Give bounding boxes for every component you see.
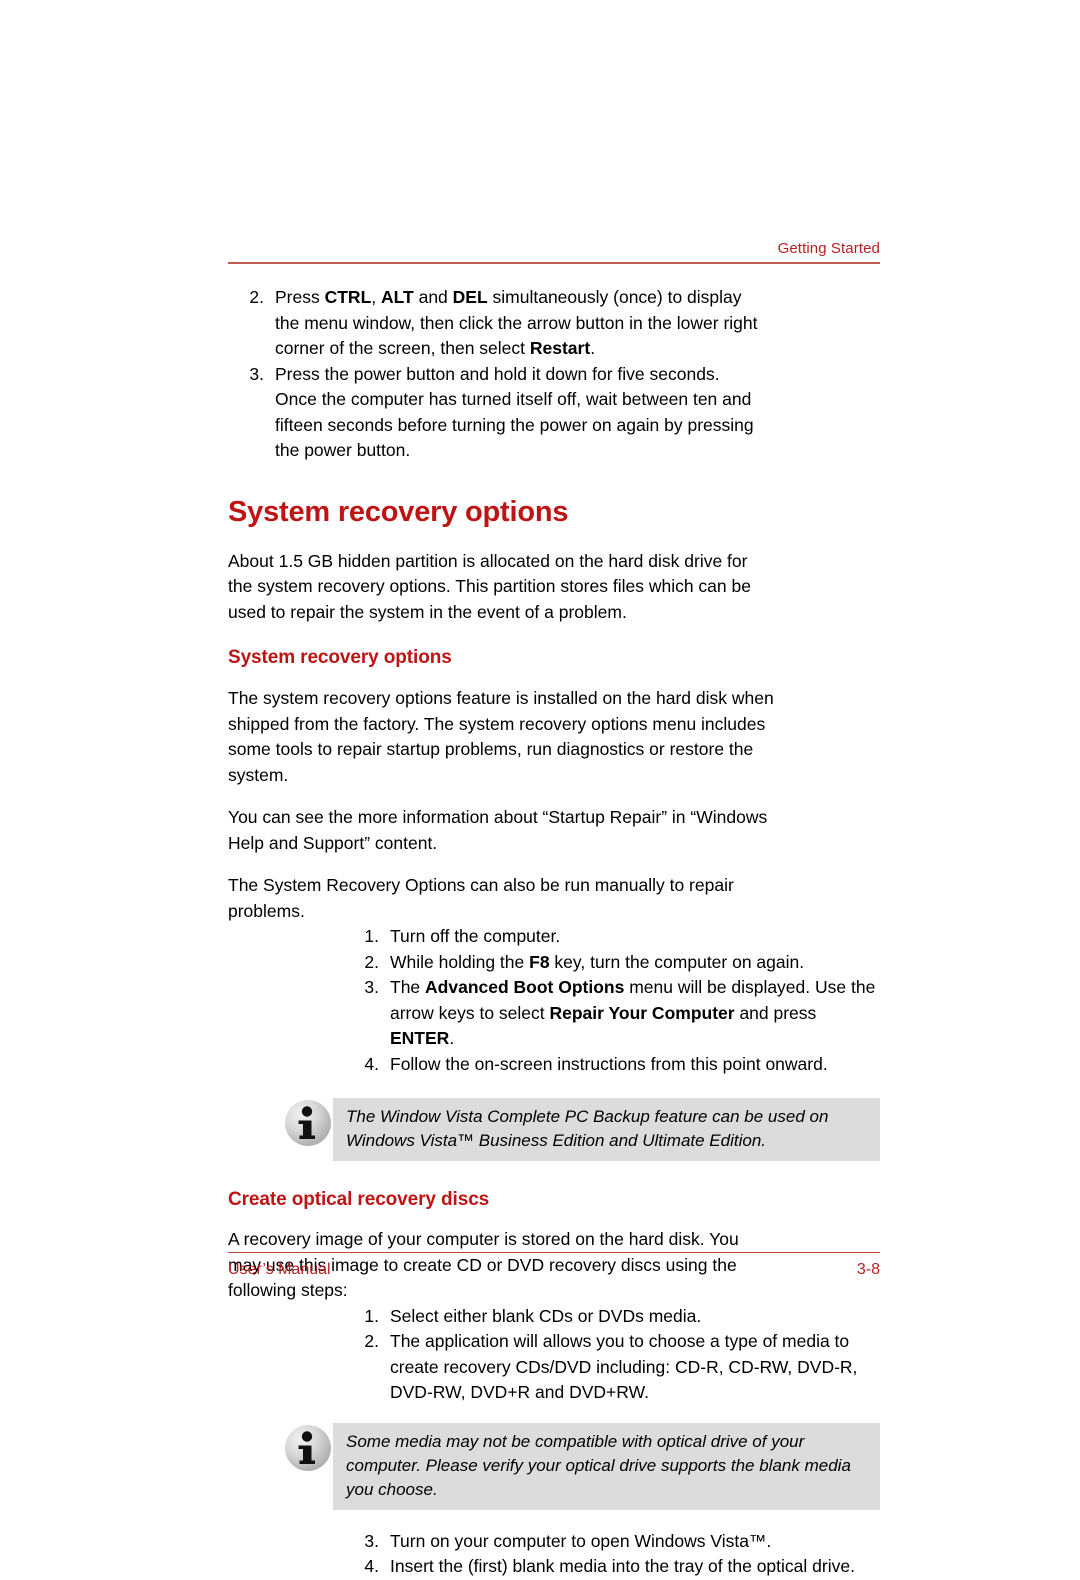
list-item-number: 4. xyxy=(364,1556,379,1576)
footer-rule xyxy=(228,1252,880,1253)
list-item: 4. Follow the on-screen instructions from… xyxy=(343,1052,880,1078)
callout-body: The Window Vista Complete PC Backup feat… xyxy=(333,1098,880,1161)
header-chapter-title: Getting Started xyxy=(777,240,880,257)
list-item: 2. The application will allows you to cho… xyxy=(343,1329,880,1406)
section1-step-list: 1. Turn off the computer. 2. While holding … xyxy=(343,924,880,1077)
list-item-text: Insert the (first) blank media into the … xyxy=(390,1556,855,1576)
page-footer: User’s Manual 3-8 xyxy=(228,1252,880,1280)
list-item-text: Press CTRL, ALT and DEL simultaneously (… xyxy=(275,287,758,358)
section-heading-create-optical-recovery-discs: Create optical recovery discs xyxy=(228,1189,490,1210)
list-item-text: The application will allows you to choos… xyxy=(390,1331,858,1402)
info-callout-media-compatibility: Some media may not be compatible with op… xyxy=(281,1422,880,1510)
list-item-number: 3. xyxy=(249,363,264,384)
list-item: 3. Press the power button and hold it dow… xyxy=(228,362,765,464)
page-content: 2. Press CTRL, ALT and DEL simultaneously… xyxy=(228,285,880,1580)
list-item-text: While holding the F8 key, turn the compu… xyxy=(390,951,805,972)
info-letter-i-icon xyxy=(298,1106,315,1139)
list-item-number: 3. xyxy=(364,977,379,997)
page-title: System recovery options xyxy=(228,495,569,528)
list-item-number: 2. xyxy=(249,287,264,307)
section1-paragraph-2: You can see the more information about “… xyxy=(228,807,768,853)
footer-page-number: 3-8 xyxy=(856,1261,880,1278)
list-item: 3. The Advanced Boot Options menu will be… xyxy=(343,975,880,1052)
list-item: 2. Press CTRL, ALT and DEL simultaneously… xyxy=(228,285,765,362)
list-item-number: 2. xyxy=(364,951,379,972)
header-rule xyxy=(228,262,880,264)
list-item-number: 1. xyxy=(364,1305,379,1326)
list-item-number: 4. xyxy=(364,1053,379,1074)
list-item-text: Select either blank CDs or DVDs media. xyxy=(390,1305,702,1326)
list-item-number: 3. xyxy=(364,1530,379,1551)
list-item-text: Turn off the computer. xyxy=(390,926,561,946)
list-item-number: 2. xyxy=(364,1331,379,1351)
list-item-number: 1. xyxy=(364,926,379,946)
list-item: 1. Turn off the computer. xyxy=(343,924,880,950)
list-item-text: Turn on your computer to open Windows Vi… xyxy=(390,1530,772,1551)
section1-paragraph-3: The System Recovery Options can also be … xyxy=(228,875,734,921)
callout-text: The Window Vista Complete PC Backup feat… xyxy=(346,1107,829,1150)
section1-paragraph-1: The system recovery options feature is i… xyxy=(228,688,774,785)
list-item: 2. While holding the F8 key, turn the com… xyxy=(343,950,880,976)
footer-manual-label: User’s Manual xyxy=(228,1261,331,1278)
list-item: 4. Insert the (first) blank media into th… xyxy=(343,1554,880,1580)
info-callout-vista-backup: The Window Vista Complete PC Backup feat… xyxy=(281,1098,880,1161)
callout-text: Some media may not be compatible with op… xyxy=(346,1431,851,1499)
info-letter-i-icon xyxy=(298,1430,315,1464)
list-item: 3. Turn on your computer to open Windows … xyxy=(343,1529,880,1555)
intro-paragraph: About 1.5 GB hidden partition is allocat… xyxy=(228,550,751,622)
callout-body: Some media may not be compatible with op… xyxy=(333,1422,880,1510)
list-item-text: The Advanced Boot Options menu will be d… xyxy=(390,977,876,1048)
section2-step-list-before: 1. Select either blank CDs or DVDs media.… xyxy=(343,1304,880,1406)
section2-step-list-after: 3. Turn on your computer to open Windows … xyxy=(343,1529,880,1580)
page-header: Getting Started xyxy=(228,240,880,264)
list-item-text: Press the power button and hold it down … xyxy=(275,363,754,461)
document-page: Getting Started 2. Press CTRL, ALT and DE… xyxy=(0,0,1080,1576)
list-item-text: Follow the on-screen instructions from t… xyxy=(390,1053,828,1074)
info-icon xyxy=(281,1423,333,1475)
list-item: 1. Select either blank CDs or DVDs media. xyxy=(343,1304,880,1330)
top-step-list: 2. Press CTRL, ALT and DEL simultaneously… xyxy=(228,285,765,464)
section-heading-system-recovery-options: System recovery options xyxy=(228,647,452,668)
info-icon xyxy=(281,1098,333,1150)
